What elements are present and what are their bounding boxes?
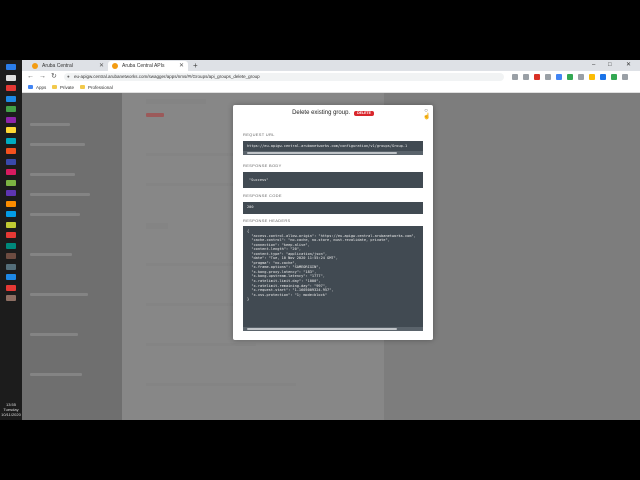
response-headers-text: { "access-control-allow-origin": "https:… <box>247 229 416 302</box>
extension-icon[interactable] <box>534 74 540 80</box>
close-icon[interactable]: ○ ☝ <box>423 108 430 120</box>
taskbar-app-icon[interactable] <box>6 137 16 144</box>
extension-icon[interactable] <box>611 74 617 80</box>
tab-aruba-central-apis[interactable]: Aruba Central APIs ✕ <box>108 61 188 71</box>
minimize-button[interactable]: – <box>592 60 595 71</box>
taskbar-app-icon[interactable] <box>6 116 16 123</box>
maximize-button[interactable]: □ <box>608 60 612 71</box>
modal-title: Delete existing group. DELETE <box>233 108 433 119</box>
bookmark-apps[interactable]: Apps <box>28 83 46 92</box>
close-tab-icon[interactable]: ✕ <box>179 61 184 71</box>
taskbar-app-icon[interactable] <box>6 127 16 133</box>
close-window-button[interactable]: ✕ <box>626 60 631 71</box>
taskbar-app-icon[interactable] <box>6 274 16 280</box>
lock-icon: ● <box>67 74 70 79</box>
taskbar-app-icon[interactable] <box>6 211 16 217</box>
taskbar-app-icon[interactable] <box>6 64 16 70</box>
request-url-box[interactable]: https://eu-apigw.central.arubanetworks.c… <box>243 141 423 155</box>
taskbar-app-icon[interactable] <box>6 242 16 249</box>
back-button[interactable]: ← <box>27 71 34 83</box>
taskbar-app-icon[interactable] <box>6 221 16 228</box>
extension-icon[interactable] <box>512 74 518 80</box>
taskbar-app-icon[interactable] <box>6 232 16 238</box>
toolbar: ← → ↻ ● eu-apigw.central.arubanetworks.c… <box>22 71 640 83</box>
tab-title: Aruba Central <box>42 63 73 69</box>
folder-icon <box>52 85 57 89</box>
response-body-label: RESPONSE BODY <box>243 163 282 168</box>
browser-window: Aruba Central ✕ Aruba Central APIs ✕ + –… <box>22 60 640 420</box>
modal-title-text: Delete existing group. <box>292 110 351 116</box>
response-code-box: 200 <box>243 202 423 214</box>
bookmark-professional[interactable]: Professional <box>80 83 113 92</box>
taskbar-app-icon[interactable] <box>6 284 16 291</box>
taskbar-app-icon[interactable] <box>6 253 16 259</box>
taskbar-app-icon[interactable] <box>6 295 16 301</box>
tab-title: Aruba Central APIs <box>122 63 165 69</box>
forward-button[interactable]: → <box>39 71 46 83</box>
aruba-favicon-icon <box>32 63 38 69</box>
extension-icon[interactable] <box>578 74 584 80</box>
taskbar-app-icon[interactable] <box>6 106 16 112</box>
taskbar-app-icon[interactable] <box>6 74 16 81</box>
response-headers-label: RESPONSE HEADERS <box>243 218 291 223</box>
tab-strip: Aruba Central ✕ Aruba Central APIs ✕ + –… <box>22 60 640 71</box>
new-tab-button[interactable]: + <box>193 60 198 71</box>
extension-icon[interactable] <box>556 74 562 80</box>
extension-icon[interactable] <box>523 74 529 80</box>
taskbar-app-icon[interactable] <box>6 148 16 154</box>
bookmarks-bar: Apps Private Professional <box>22 83 640 93</box>
response-headers-box[interactable]: { "access-control-allow-origin": "https:… <box>243 226 423 331</box>
request-url-label: REQUEST URL <box>243 132 275 137</box>
response-code-text: 200 <box>247 205 254 209</box>
address-bar[interactable]: ● eu-apigw.central.arubanetworks.com/swa… <box>64 73 504 81</box>
extension-icon[interactable] <box>600 74 606 80</box>
taskbar-app-icon[interactable] <box>6 95 16 102</box>
apps-grid-icon <box>28 85 33 89</box>
taskbar-app-icon[interactable] <box>6 200 16 207</box>
extension-icon[interactable] <box>545 74 551 80</box>
reload-button[interactable]: ↻ <box>51 71 57 83</box>
http-method-badge: DELETE <box>354 110 374 116</box>
response-body-box: "Success" <box>243 172 423 188</box>
extension-icon[interactable] <box>567 74 573 80</box>
response-modal: Delete existing group. DELETE ○ ☝ REQUEST … <box>233 105 433 340</box>
taskbar-app-icon[interactable] <box>6 158 16 165</box>
response-code-label: RESPONSE CODE <box>243 193 282 198</box>
close-tab-icon[interactable]: ✕ <box>99 61 104 71</box>
screen-top-black-area <box>0 0 640 60</box>
extension-icon[interactable] <box>589 74 595 80</box>
taskbar-app-icon[interactable] <box>6 263 16 270</box>
taskbar-app-icon[interactable] <box>6 169 16 175</box>
url-text: eu-apigw.central.arubanetworks.com/swagg… <box>74 74 260 79</box>
dimmed-sidebar <box>22 93 122 420</box>
tab-aruba-central[interactable]: Aruba Central ✕ <box>28 61 108 71</box>
response-headers-scrollbar[interactable] <box>243 327 423 331</box>
response-body-text: "Success" <box>249 178 269 182</box>
folder-icon <box>80 85 85 89</box>
request-url-text: https://eu-apigw.central.arubanetworks.c… <box>247 144 408 148</box>
taskbar-app-icon[interactable] <box>6 190 16 196</box>
aruba-favicon-icon <box>112 63 118 69</box>
windows-taskbar: 13:55 Tuesday 10/11/2020 <box>0 60 22 420</box>
extension-icon[interactable] <box>622 74 628 80</box>
request-url-scrollbar[interactable] <box>243 151 423 155</box>
taskbar-app-icon[interactable] <box>6 179 16 186</box>
taskbar-app-icon[interactable] <box>6 85 16 91</box>
bookmark-private[interactable]: Private <box>52 83 74 92</box>
swagger-page-overlay: Delete existing group. DELETE ○ ☝ REQUEST … <box>22 93 640 420</box>
taskbar-date: 10/11/2020 <box>1 412 21 417</box>
